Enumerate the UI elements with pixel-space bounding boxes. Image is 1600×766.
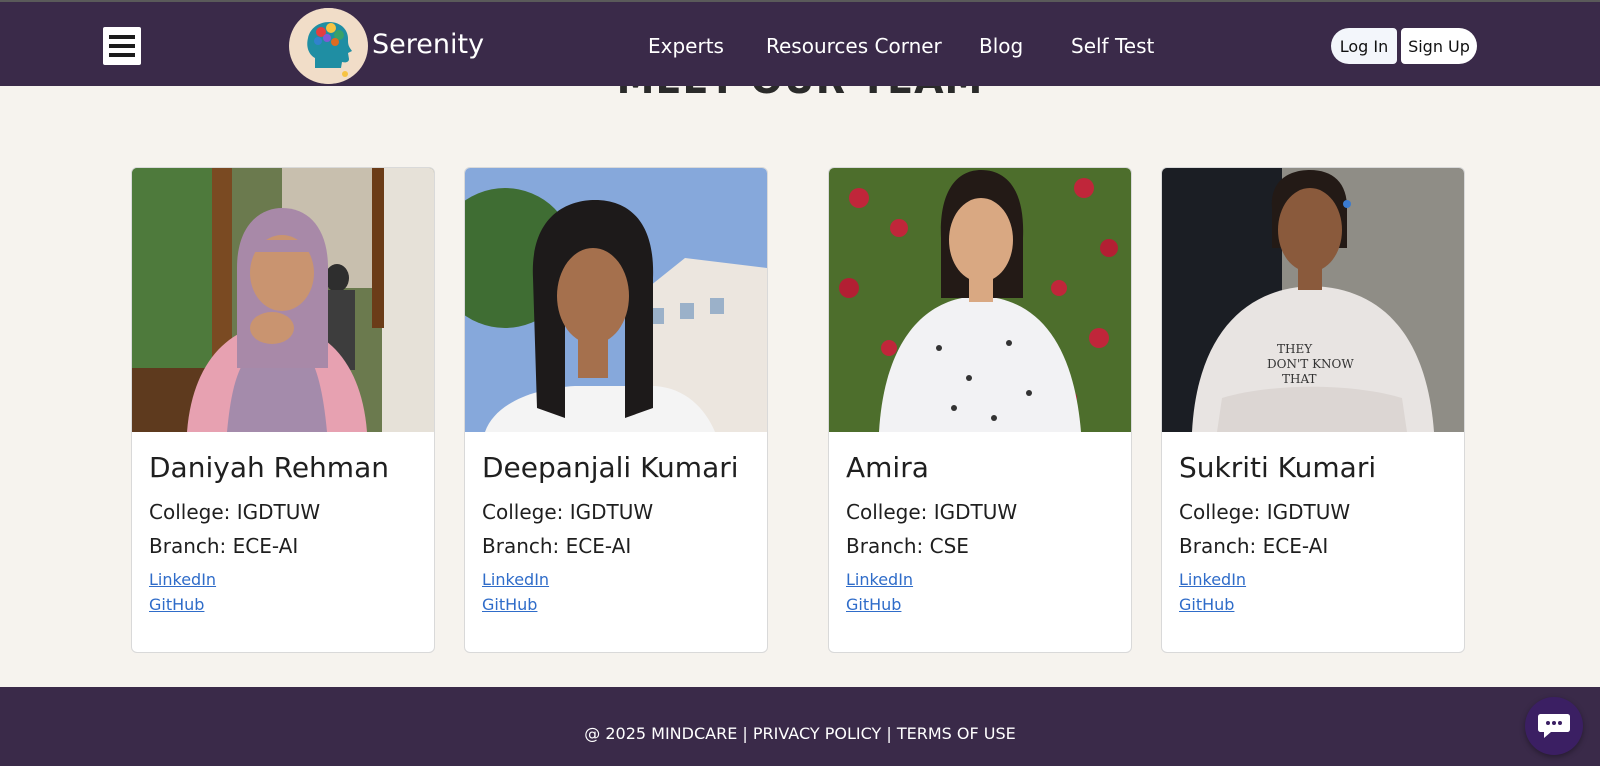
member-college: College: IGDTUW — [482, 500, 654, 524]
member-branch: Branch: ECE-AI — [149, 534, 299, 558]
member-name: Amira — [846, 451, 929, 484]
svg-text:THAT: THAT — [1282, 372, 1316, 386]
member-college: College: IGDTUW — [1179, 500, 1351, 524]
member-photo — [132, 168, 434, 432]
member-photo — [829, 168, 1131, 432]
signup-button[interactable]: Sign Up — [1401, 28, 1477, 64]
github-link[interactable]: GitHub — [1179, 594, 1449, 616]
member-branch: Branch: ECE-AI — [1179, 534, 1329, 558]
member-name: Daniyah Rehman — [149, 451, 389, 484]
member-branch: Branch: CSE — [846, 534, 969, 558]
svg-text:THEY: THEY — [1277, 342, 1313, 356]
privacy-policy-link[interactable]: PRIVACY POLICY — [753, 724, 881, 743]
nav-resources-corner[interactable]: Resources Corner — [766, 32, 942, 60]
nav-experts[interactable]: Experts — [648, 32, 724, 60]
footer-separator: | — [886, 724, 892, 743]
member-branch: Branch: ECE-AI — [482, 534, 632, 558]
member-photo: THEY DON'T KNOW THAT — [1162, 168, 1464, 432]
github-link[interactable]: GitHub — [482, 594, 752, 616]
github-link[interactable]: GitHub — [149, 594, 419, 616]
github-link[interactable]: GitHub — [846, 594, 1116, 616]
footer: @ 2025 MINDCARE | PRIVACY POLICY | TERMS… — [0, 687, 1600, 766]
member-photo — [465, 168, 767, 432]
team-card: Deepanjali Kumari College: IGDTUW Branch… — [464, 167, 768, 653]
nav-self-test[interactable]: Self Test — [1071, 32, 1154, 60]
footer-separator: | — [742, 724, 748, 743]
member-college: College: IGDTUW — [149, 500, 321, 524]
member-name: Sukriti Kumari — [1179, 451, 1377, 484]
team-card: Daniyah Rehman College: IGDTUW Branch: E… — [131, 167, 435, 653]
linkedin-link[interactable]: LinkedIn — [482, 569, 752, 591]
linkedin-link[interactable]: LinkedIn — [149, 569, 419, 591]
svg-text:DON'T KNOW: DON'T KNOW — [1267, 357, 1354, 371]
login-button[interactable]: Log In — [1331, 28, 1397, 64]
team-card: THEY DON'T KNOW THAT Sukriti Kumari Coll… — [1161, 167, 1465, 653]
linkedin-link[interactable]: LinkedIn — [846, 569, 1116, 591]
footer-copyright: @ 2025 MINDCARE — [584, 724, 738, 743]
member-college: College: IGDTUW — [846, 500, 1018, 524]
footer-text: @ 2025 MINDCARE | PRIVACY POLICY | TERMS… — [0, 723, 1600, 745]
linkedin-link[interactable]: LinkedIn — [1179, 569, 1449, 591]
nav-blog[interactable]: Blog — [979, 32, 1023, 60]
top-navbar: Serenity Experts Resources Corner Blog S… — [0, 0, 1600, 86]
team-card: Amira College: IGDTUW Branch: CSE Linked… — [828, 167, 1132, 653]
chat-bubble-icon[interactable] — [1525, 697, 1583, 755]
terms-of-use-link[interactable]: TERMS OF USE — [897, 724, 1016, 743]
member-name: Deepanjali Kumari — [482, 451, 739, 484]
